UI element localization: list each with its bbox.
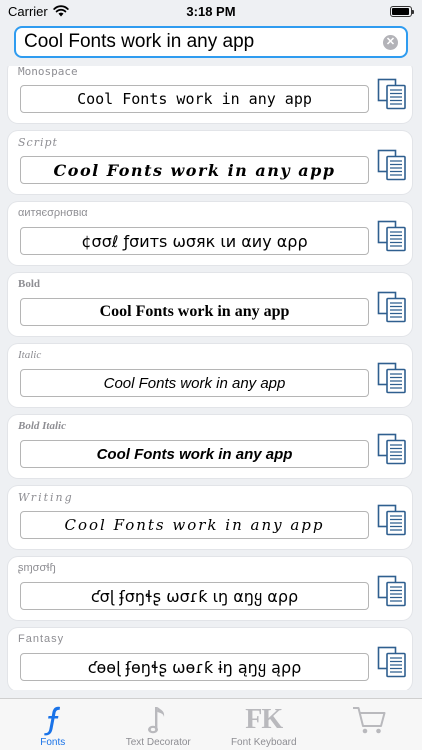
cart-icon (317, 704, 422, 736)
tab-label: Font Keyboard (230, 737, 297, 748)
font-sample-field[interactable]: Cool Fonts work in any app (20, 440, 369, 468)
font-list[interactable]: Monospace Cool Fonts work in any app Scr… (0, 66, 422, 690)
decorator-note-icon (106, 704, 212, 736)
tab-bar: Fonts Text Decorator FK Font Keyboard (0, 698, 422, 750)
font-style-title: Monospace (18, 66, 78, 78)
font-style-title: Bold Italic (18, 420, 66, 432)
font-card-script: Script Cool Fonts work in any app (8, 131, 412, 194)
wifi-icon (53, 5, 69, 17)
font-sample-field[interactable]: Cool Fonts work in any app (20, 298, 369, 326)
tab-store[interactable] (317, 699, 422, 750)
font-style-title: αитяєσρнσвια (18, 207, 88, 219)
fonts-f-icon (0, 704, 106, 736)
font-style-title: Script (18, 136, 58, 149)
font-sample-field[interactable]: Cool Fonts work in any app (20, 85, 369, 113)
copy-icon[interactable] (377, 362, 407, 394)
font-sample-field[interactable]: Cool Fonts work in any app (20, 511, 369, 539)
carrier-label: Carrier (8, 3, 48, 19)
tab-label: Fonts (40, 737, 66, 748)
font-card-fantasy: Fantasy ƈɵɵɭ ʄɵŋɬʂ ωɵɾƙ ɨŋ ąŋყ ąρρ (8, 628, 412, 690)
battery-icon (390, 5, 414, 17)
fk-keyboard-icon: FK (245, 704, 283, 735)
font-sample-field[interactable]: ¢σσℓ ƒσитѕ ωσяк ιи αиу αρρ (20, 227, 369, 255)
copy-icon[interactable] (377, 78, 407, 110)
status-left: Carrier (8, 4, 69, 19)
search-bar[interactable]: ✕ (14, 26, 408, 58)
font-card-smooth: ʂɱσσɬɧ ƈσɭ ʄσŋɬʂ ωσɾƙ ιŋ αŋყ αρρ (8, 557, 412, 620)
font-style-title: Bold (18, 278, 41, 290)
font-style-title: ʂɱσσɬɧ (18, 562, 56, 574)
copy-icon[interactable] (377, 433, 407, 465)
font-card-writing: Writing Cool Fonts work in any app (8, 486, 412, 549)
font-style-title: Italic (18, 349, 42, 361)
copy-icon[interactable] (377, 646, 407, 678)
font-card-monospace: Monospace Cool Fonts work in any app (8, 66, 412, 123)
font-card-bold-italic: Bold Italic Cool Fonts work in any app (8, 415, 412, 478)
tab-font-keyboard[interactable]: FK Font Keyboard (211, 699, 317, 750)
font-sample-field[interactable]: Cool Fonts work in any app (20, 156, 369, 184)
status-bar: Carrier 3:18 PM (0, 0, 422, 22)
font-sample-field[interactable]: ƈσɭ ʄσŋɬʂ ωσɾƙ ιŋ αŋყ αρρ (20, 582, 369, 610)
font-sample-field[interactable]: ƈɵɵɭ ʄɵŋɬʂ ωɵɾƙ ɨŋ ąŋყ ąρρ (20, 653, 369, 681)
tab-fonts[interactable]: Fonts (0, 699, 106, 750)
font-style-title: Writing (18, 491, 74, 504)
tab-label: Text Decorator (125, 737, 191, 748)
copy-icon[interactable] (377, 149, 407, 181)
font-style-title: Fantasy (18, 633, 65, 645)
font-card-italic: Italic Cool Fonts work in any app (8, 344, 412, 407)
font-sample-field[interactable]: Cool Fonts work in any app (20, 369, 369, 397)
font-card-antsrosvia: αитяєσρнσвια ¢σσℓ ƒσитѕ ωσяк ιи αиу αρρ (8, 202, 412, 265)
copy-icon[interactable] (377, 291, 407, 323)
search-input[interactable] (16, 28, 383, 56)
font-card-bold: Bold Cool Fonts work in any app (8, 273, 412, 336)
tab-text-decorator[interactable]: Text Decorator (106, 699, 212, 750)
copy-icon[interactable] (377, 504, 407, 536)
battery-fill (392, 7, 410, 15)
clear-icon[interactable]: ✕ (383, 34, 398, 50)
copy-icon[interactable] (377, 575, 407, 607)
copy-icon[interactable] (377, 220, 407, 252)
